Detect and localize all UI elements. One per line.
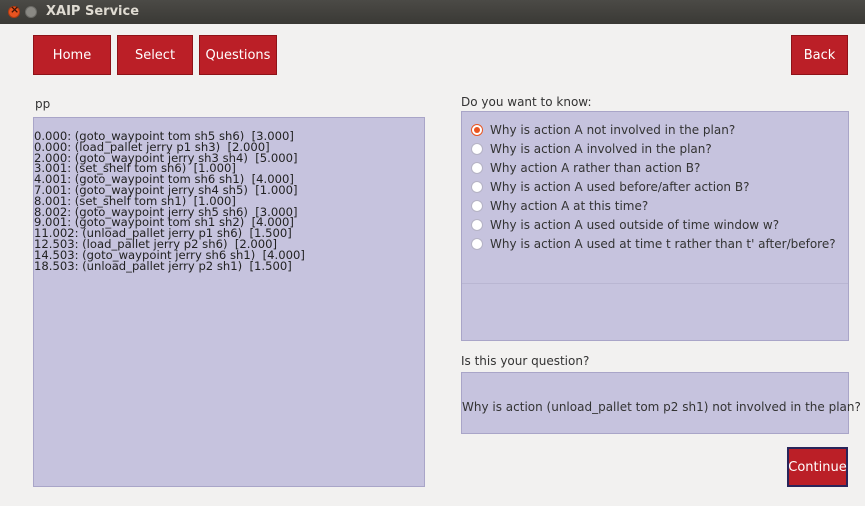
radio-button[interactable] [471, 238, 483, 250]
question-option[interactable]: Why is action A involved in the plan? [471, 141, 712, 157]
window-title: XAIP Service [46, 4, 140, 19]
minimize-window-icon[interactable] [25, 6, 37, 18]
radio-button[interactable] [471, 143, 483, 155]
questions-label: Do you want to know: [461, 95, 592, 109]
question-options-panel: Why is action A not involved in the plan… [461, 111, 849, 341]
question-option[interactable]: Why is action A used at time t rather th… [471, 236, 836, 252]
question-option[interactable]: Why is action A not involved in the plan… [471, 122, 735, 138]
question-option-label: Why is action A used at time t rather th… [490, 237, 836, 251]
question-preview: Why is action (unload_pallet tom p2 sh1)… [461, 372, 861, 434]
questions-button[interactable]: Questions [199, 35, 277, 75]
confirm-label: Is this your question? [461, 354, 590, 368]
select-button[interactable]: Select [117, 35, 193, 75]
question-option-label: Why action A rather than action B? [490, 161, 701, 175]
plan-label: pp [35, 97, 51, 111]
question-option[interactable]: Why is action A used outside of time win… [471, 217, 779, 233]
radio-button[interactable] [471, 219, 483, 231]
question-option[interactable]: Why is action A used before/after action… [471, 179, 749, 195]
plan-step: 18.503: (unload_pallet jerry p2 sh1) [1.… [34, 258, 292, 273]
close-window-icon[interactable] [8, 3, 20, 18]
question-option-label: Why action A at this time? [490, 199, 649, 213]
question-option[interactable]: Why action A at this time? [471, 198, 648, 214]
back-button[interactable]: Back [791, 35, 848, 75]
plan-lines: 0.000: (goto_waypoint tom sh5 sh6) [3.00… [34, 130, 305, 273]
question-option-label: Why is action A involved in the plan? [490, 142, 712, 156]
question-preview-text: Why is action (unload_pallet tom p2 sh1)… [462, 400, 861, 414]
home-button[interactable]: Home [33, 35, 111, 75]
plan-display: 0.000: (goto_waypoint tom sh5 sh6) [3.00… [33, 117, 425, 487]
continue-button[interactable]: Continue [787, 447, 848, 487]
radio-button[interactable] [471, 181, 483, 193]
title-bar: XAIP Service [0, 0, 865, 24]
question-option[interactable]: Why action A rather than action B? [471, 160, 700, 176]
question-option-label: Why is action A used outside of time win… [490, 218, 780, 232]
radio-button[interactable] [471, 162, 483, 174]
radio-button[interactable] [471, 124, 483, 136]
question-option-label: Why is action A used before/after action… [490, 180, 750, 194]
question-option-label: Why is action A not involved in the plan… [490, 123, 736, 137]
panel-divider [462, 283, 848, 284]
radio-button[interactable] [471, 200, 483, 212]
